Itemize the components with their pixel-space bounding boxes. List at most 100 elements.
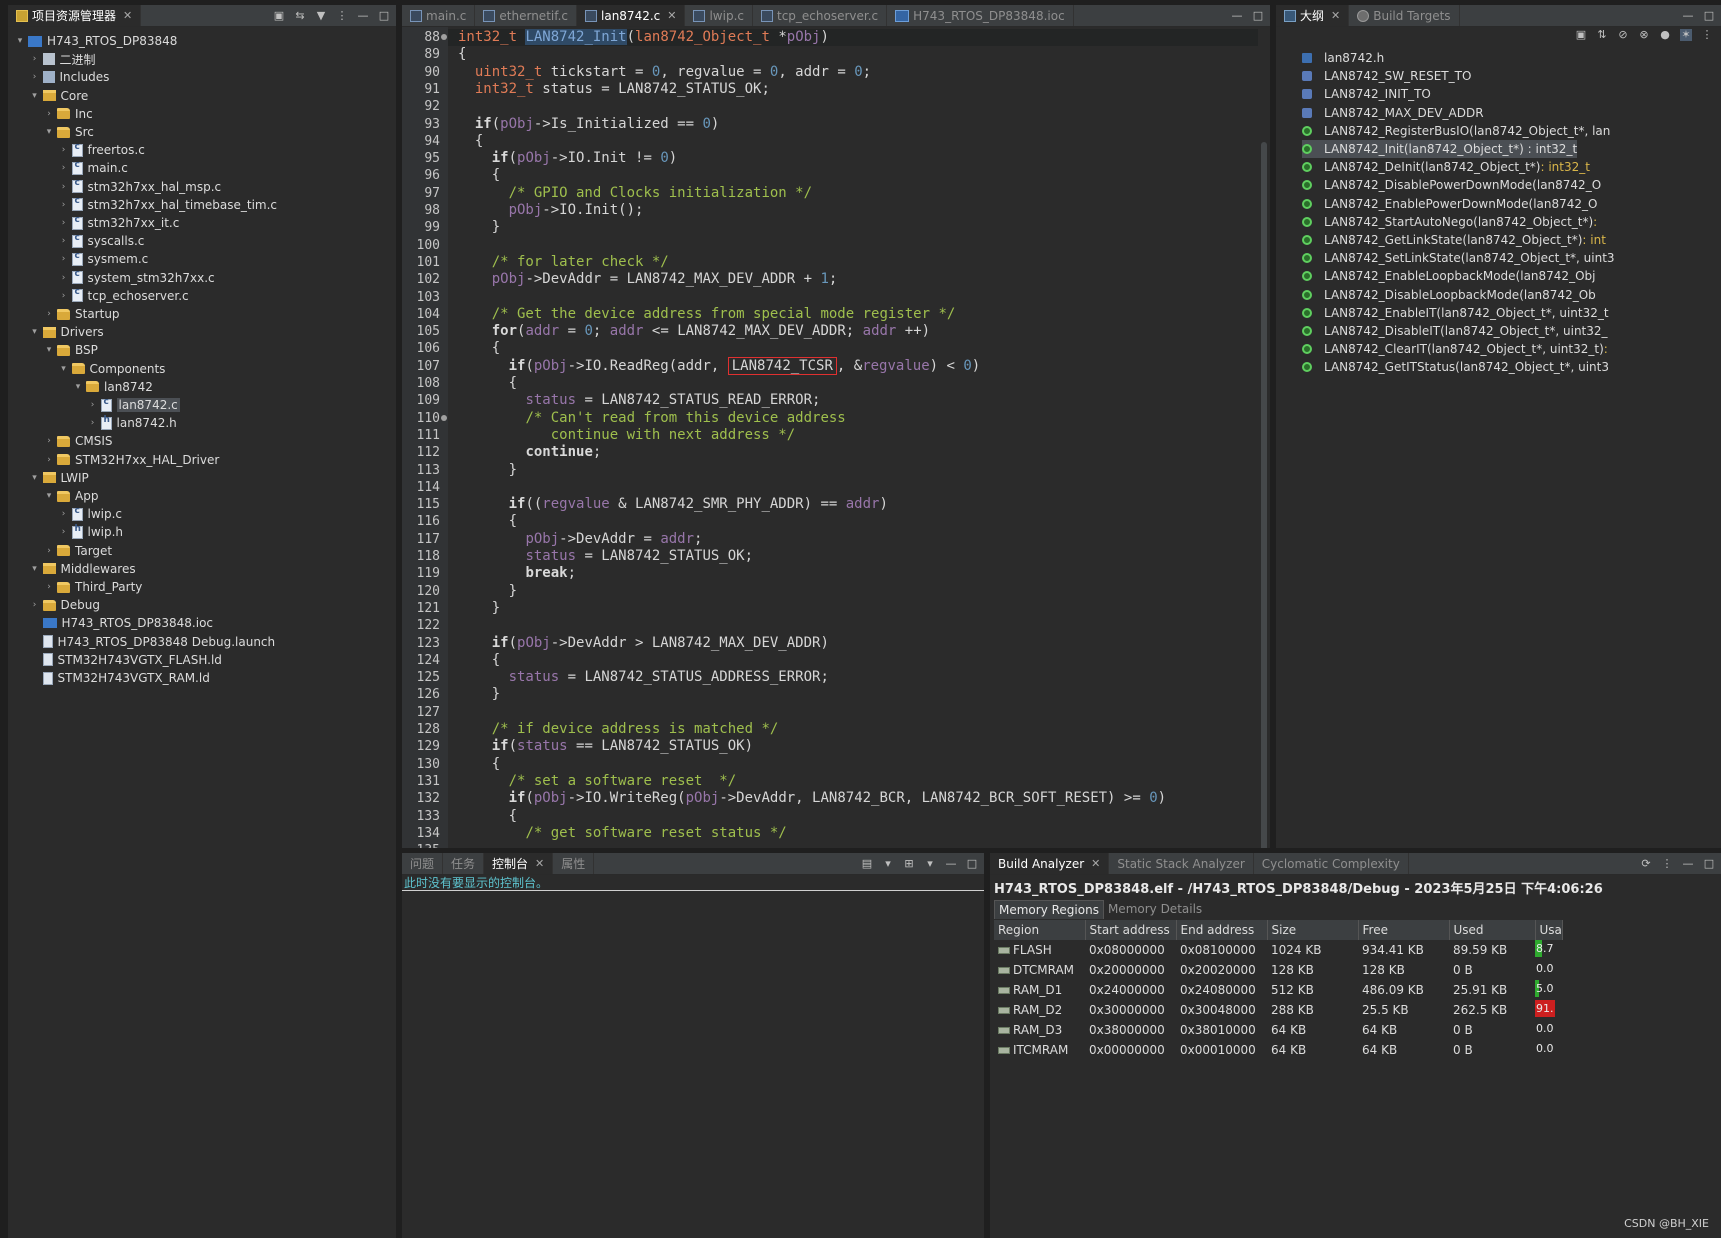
tree-item[interactable]: ▾ Components [8,360,165,378]
expanded-chevron-icon[interactable]: ▾ [29,473,41,483]
tree-item[interactable]: STM32H743VGTX_FLASH.ld [8,651,222,669]
display-console-icon[interactable]: ▤ [861,858,873,870]
collapsed-chevron-icon[interactable]: › [87,418,99,428]
minimize-icon[interactable]: — [1682,10,1694,22]
tree-item[interactable]: › tcp_echoserver.c [8,287,189,305]
tree-item[interactable]: ▾ Drivers [8,323,103,341]
close-icon[interactable]: ✕ [123,9,132,22]
tab-ethernetif-c[interactable]: ethernetif.c [475,5,577,26]
maximize-icon[interactable]: □ [378,10,390,22]
tab-build-analyzer[interactable]: Build Analyzer ✕ [990,853,1110,874]
minimize-icon[interactable]: — [357,10,369,22]
tree-item[interactable]: › sysmem.c [8,250,149,268]
column-header[interactable]: Size [1267,920,1359,940]
subtab-memory-regions[interactable]: Memory Regions [994,900,1104,919]
column-header[interactable]: Region [994,920,1086,940]
collapsed-chevron-icon[interactable]: › [58,291,70,301]
collapsed-chevron-icon[interactable]: › [43,109,55,119]
outline-item[interactable]: LAN8742_Init(lan8742_Object_t*) : int32_… [1302,140,1578,158]
tree-item[interactable]: › Includes [8,68,110,86]
tab-tcp-echoserver-c[interactable]: tcp_echoserver.c [753,5,888,26]
collapsed-chevron-icon[interactable]: › [29,54,41,64]
expanded-chevron-icon[interactable]: ▾ [43,345,55,355]
scrollbar-thumb[interactable] [1261,142,1267,848]
collapsed-chevron-icon[interactable]: › [58,163,70,173]
expanded-chevron-icon[interactable]: ▾ [72,382,84,392]
hide-fields-icon[interactable]: ⊘ [1617,29,1629,41]
tree-item[interactable]: H743_RTOS_DP83848.ioc [8,614,213,632]
tab-build-targets[interactable]: Build Targets [1349,5,1460,26]
tree-item[interactable]: › freertos.c [8,141,145,159]
minimize-icon[interactable]: — [1231,10,1243,22]
table-row[interactable]: RAM_D3 0x38000000 0x38010000 64 KB 64 KB 0 B 0… [994,1020,1562,1040]
column-header[interactable]: Usa [1535,920,1563,940]
sort-icon[interactable]: ⇅ [1596,29,1608,41]
close-icon[interactable]: ✕ [535,857,544,870]
refresh-icon[interactable]: ⟳ [1640,858,1652,870]
tree-item[interactable]: › system_stm32h7xx.c [8,269,215,287]
minimize-icon[interactable]: — [945,858,957,870]
expanded-chevron-icon[interactable]: ▾ [29,564,41,574]
tree-item[interactable]: › STM32H7xx_HAL_Driver [8,451,219,469]
table-row[interactable]: ITCMRAM 0x00000000 0x00010000 64 KB 64 KB 0 B… [994,1040,1562,1060]
link-editor-icon[interactable]: ⇆ [294,10,306,22]
table-row[interactable]: RAM_D1 0x24000000 0x24080000 512 KB 486.09 K… [994,980,1562,1000]
tree-item[interactable]: ▾ H743_RTOS_DP83848 [8,32,178,50]
outline-item[interactable]: LAN8742_RegisterBusIO(lan8742_Object_t*,… [1302,122,1610,140]
tree-item[interactable]: H743_RTOS_DP83848 Debug.launch [8,633,275,651]
editor-scrollbar[interactable] [1260,27,1268,848]
expanded-chevron-icon[interactable]: ▾ [14,36,26,46]
open-console-icon[interactable]: ⊞ [903,858,915,870]
collapsed-chevron-icon[interactable]: › [43,455,55,465]
minimize-icon[interactable]: — [1682,858,1694,870]
table-row[interactable]: FLASH 0x08000000 0x08100000 1024 KB 934.41 K… [994,940,1562,960]
tree-item[interactable]: STM32H743VGTX_RAM.ld [8,669,210,687]
outline-item[interactable]: LAN8742_SW_RESET_TO [1302,67,1471,85]
code-area[interactable]: 88 89 90 91 92 93 94 95 96 97 98 99 100 101 102 103 104 1… [402,27,1270,848]
tree-item[interactable]: ▾ BSP [8,341,98,359]
tree-item[interactable]: › lwip.h [8,523,123,541]
tree-item[interactable]: › lwip.c [8,505,122,523]
hide-static-icon[interactable]: ⊗ [1638,29,1650,41]
tab-lwip-c[interactable]: lwip.c [685,5,753,26]
tree-item[interactable]: › CMSIS [8,432,112,450]
column-header[interactable]: Free [1358,920,1450,940]
tab-cyclomatic-complexity[interactable]: Cyclomatic Complexity [1254,853,1409,874]
collapsed-chevron-icon[interactable]: › [29,600,41,610]
tree-item[interactable]: › Target [8,542,112,560]
column-header[interactable]: Start address [1085,920,1177,940]
view-menu-icon[interactable]: ⋮ [1701,29,1713,41]
collapsed-chevron-icon[interactable]: › [58,527,70,537]
collapsed-chevron-icon[interactable]: › [58,254,70,264]
column-header[interactable]: End address [1176,920,1268,940]
console-menu-icon[interactable]: ▾ [882,858,894,870]
tab-project-explorer[interactable]: 项目资源管理器 ✕ [8,5,142,26]
subtab-memory-details[interactable]: Memory Details [1104,900,1206,919]
expanded-chevron-icon[interactable]: ▾ [43,491,55,501]
link-editor-icon[interactable]: ✶ [1680,29,1692,41]
collapsed-chevron-icon[interactable]: › [58,145,70,155]
tree-item[interactable]: › Third_Party [8,578,142,596]
tab--[interactable]: 属性 [553,853,595,874]
tree-item[interactable]: ▾ Middlewares [8,560,135,578]
tab-h743-rtos-dp83848-ioc[interactable]: H743_RTOS_DP83848.ioc [887,5,1074,26]
collapsed-chevron-icon[interactable]: › [58,182,70,192]
maximize-icon[interactable]: □ [1252,10,1264,22]
outline-item[interactable]: LAN8742_EnablePowerDownMode(lan8742_O [1302,195,1598,213]
outline-item[interactable]: LAN8742_DeInit(lan8742_Object_t*) : int3… [1302,158,1590,176]
outline-item[interactable]: LAN8742_MAX_DEV_ADDR [1302,104,1484,122]
outline-item[interactable]: LAN8742_ClearIT(lan8742_Object_t*, uint3… [1302,340,1608,358]
collapsed-chevron-icon[interactable]: › [29,72,41,82]
collapsed-chevron-icon[interactable]: › [58,273,70,283]
collapse-all-icon[interactable]: ▣ [273,10,285,22]
collapsed-chevron-icon[interactable]: › [43,309,55,319]
collapsed-chevron-icon[interactable]: › [87,400,99,410]
tree-item[interactable]: ▾ Core [8,87,88,105]
outline-item[interactable]: LAN8742_DisablePowerDownMode(lan8742_O [1302,176,1601,194]
tree-item[interactable]: › Startup [8,305,119,323]
tree-item[interactable]: › stm32h7xx_hal_timebase_tim.c [8,196,277,214]
view-menu-icon[interactable]: ⋮ [336,10,348,22]
maximize-icon[interactable]: □ [966,858,978,870]
outline-item[interactable]: LAN8742_SetLinkState(lan8742_Object_t*, … [1302,249,1615,267]
tree-item[interactable]: › lan8742.c [8,396,180,414]
